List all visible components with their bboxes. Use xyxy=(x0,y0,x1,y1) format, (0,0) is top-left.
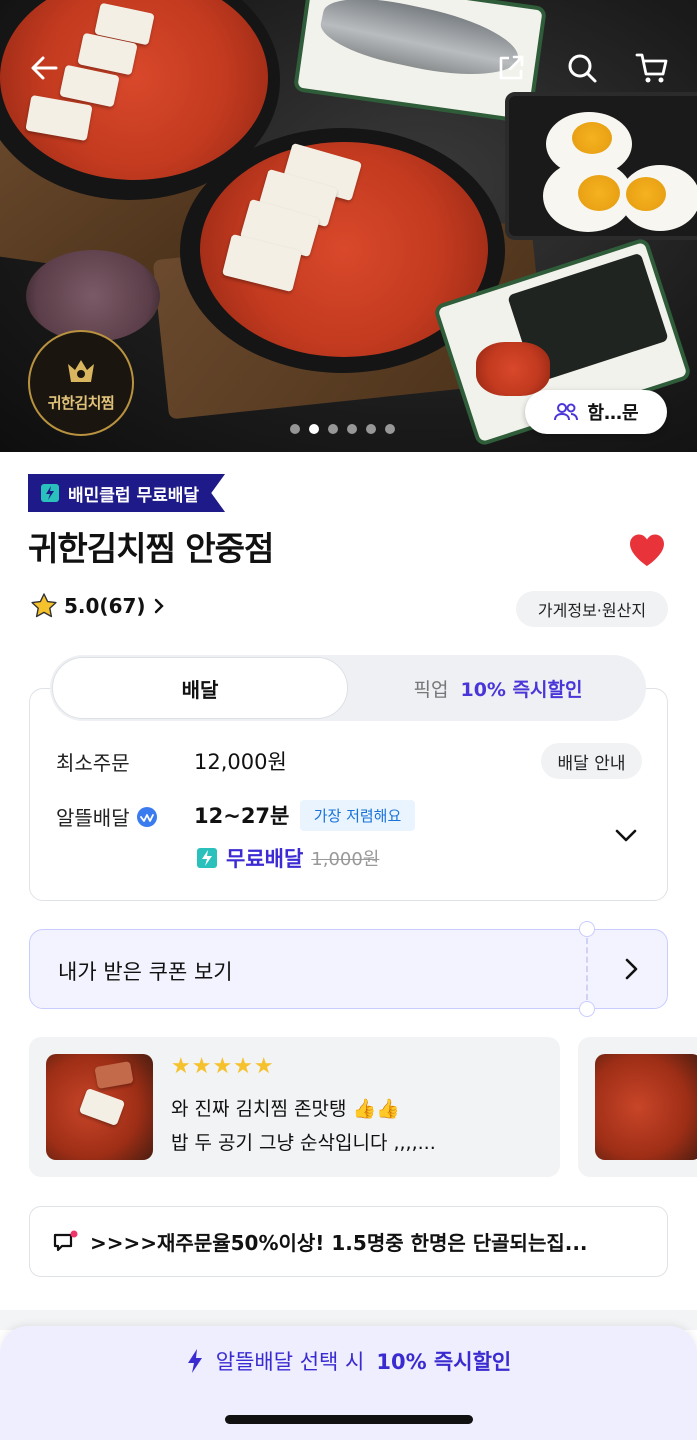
store-logo-text: 귀한김치찜 xyxy=(47,393,115,412)
review-photo xyxy=(46,1054,153,1160)
promo-banner-link[interactable]: 알뜰배달 선택 시 10% 즉시할인 xyxy=(0,1346,697,1376)
notice-icon xyxy=(52,1229,80,1255)
min-order-label: 최소주문 xyxy=(56,751,130,775)
home-indicator[interactable] xyxy=(225,1415,473,1424)
promo-discount: 10% 즉시할인 xyxy=(376,1350,512,1374)
free-delivery-label: 무료배달 xyxy=(226,847,304,871)
pickup-discount-label: 10% 즉시할인 xyxy=(460,678,583,701)
people-icon xyxy=(554,403,579,421)
egg-yolk xyxy=(626,177,666,211)
club-badge-label: 배민클럽 무료배달 xyxy=(68,485,200,506)
store-notice[interactable]: >>>>재주문율50%이상! 1.5명중 한명은 단골되는집... xyxy=(29,1206,668,1277)
coupon-notch xyxy=(579,1001,595,1017)
saver-delivery-label: 알뜰배달 xyxy=(56,802,158,831)
coupon-label: 내가 받은 쿠폰 보기 xyxy=(58,960,233,984)
rating-value: 5.0(67) xyxy=(64,594,146,618)
store-logo: 귀한김치찜 xyxy=(28,330,134,436)
tab-pickup[interactable]: 픽업 10% 즉시할인 xyxy=(350,655,646,721)
chevron-right-icon xyxy=(154,598,164,614)
coupon-divider xyxy=(586,938,588,1000)
coupon-button[interactable]: 내가 받은 쿠폰 보기 xyxy=(29,921,668,1017)
heart-icon xyxy=(630,534,664,566)
baemin-club-badge: 배민클럽 무료배달 xyxy=(28,474,226,512)
review-text-line-2: 밥 두 공기 그냥 순삭입니다 ,,,,... xyxy=(171,1132,436,1154)
search-icon xyxy=(568,54,597,83)
rating-link[interactable]: 5.0(67) xyxy=(30,592,166,620)
favorite-button[interactable] xyxy=(628,533,666,567)
star-icon xyxy=(31,593,57,618)
original-delivery-fee: 1,000원 xyxy=(311,849,380,870)
store-info-button[interactable]: 가게정보·원산지 xyxy=(516,591,668,627)
notice-text: >>>>재주문율50%이상! 1.5명중 한명은 단골되는집... xyxy=(90,1231,588,1255)
crown-icon xyxy=(68,359,94,382)
saver-delivery-time: 12~27분 xyxy=(194,804,290,828)
review-card[interactable]: ★★★★★ 와 진짜 김치찜 존맛탱 👍👍 밥 두 공기 그냥 순삭입니다 ,,… xyxy=(29,1037,560,1177)
carousel-dot xyxy=(347,424,357,434)
tab-delivery[interactable]: 배달 xyxy=(52,657,348,719)
free-delivery-row: 무료배달 1,000원 xyxy=(196,843,379,873)
share-icon xyxy=(499,55,524,80)
back-button[interactable] xyxy=(24,48,64,88)
lightning-icon xyxy=(187,1349,202,1373)
egg-yolk xyxy=(572,122,612,154)
review-photo xyxy=(595,1054,697,1160)
review-card[interactable] xyxy=(578,1037,697,1177)
group-order-button[interactable]: 함…문 xyxy=(525,390,667,434)
coupon-notch xyxy=(579,921,595,937)
club-bolt-icon xyxy=(197,848,217,868)
back-arrow-icon xyxy=(31,56,58,80)
tab-pickup-label: 픽업 xyxy=(413,678,449,701)
delivery-guide-button[interactable]: 배달 안내 xyxy=(541,743,642,779)
saver-check-icon xyxy=(136,806,157,827)
group-order-label: 함…문 xyxy=(587,403,639,424)
hero-image-carousel[interactable]: 귀한김치찜 함…문 xyxy=(0,0,697,452)
store-name: 귀한김치찜 안중점 xyxy=(28,529,274,568)
speech-bubble-icon xyxy=(53,1230,78,1251)
carousel-dot xyxy=(366,424,376,434)
rice-bowl xyxy=(26,250,160,342)
carousel-dot xyxy=(328,424,338,434)
tofu xyxy=(78,1087,126,1127)
chevron-right-icon xyxy=(625,958,638,980)
tofu xyxy=(94,1061,134,1089)
promo-text: 알뜰배달 선택 시 xyxy=(215,1350,365,1374)
review-stars: ★★★★★ xyxy=(171,1054,275,1079)
carousel-dot-active xyxy=(309,424,319,434)
chevron-down-icon xyxy=(615,829,637,842)
search-button[interactable] xyxy=(562,48,602,88)
min-order-value: 12,000원 xyxy=(194,750,287,774)
review-text-line-1: 와 진짜 김치찜 존맛탱 👍👍 xyxy=(171,1098,400,1120)
share-button[interactable] xyxy=(491,48,531,88)
egg-yolk xyxy=(578,175,620,211)
cheapest-badge: 가장 저렴해요 xyxy=(300,800,415,831)
expand-delivery-options[interactable] xyxy=(612,822,640,850)
carousel-dot xyxy=(290,424,300,434)
cart-button[interactable] xyxy=(632,48,672,88)
order-type-tabs: 배달 픽업 10% 즉시할인 xyxy=(50,655,646,721)
club-bolt-icon xyxy=(41,484,59,502)
carousel-dot xyxy=(385,424,395,434)
saver-delivery-text: 알뜰배달 xyxy=(56,806,130,830)
cart-icon xyxy=(635,53,668,83)
carousel-indicator xyxy=(290,424,395,434)
side-dish xyxy=(476,342,550,396)
